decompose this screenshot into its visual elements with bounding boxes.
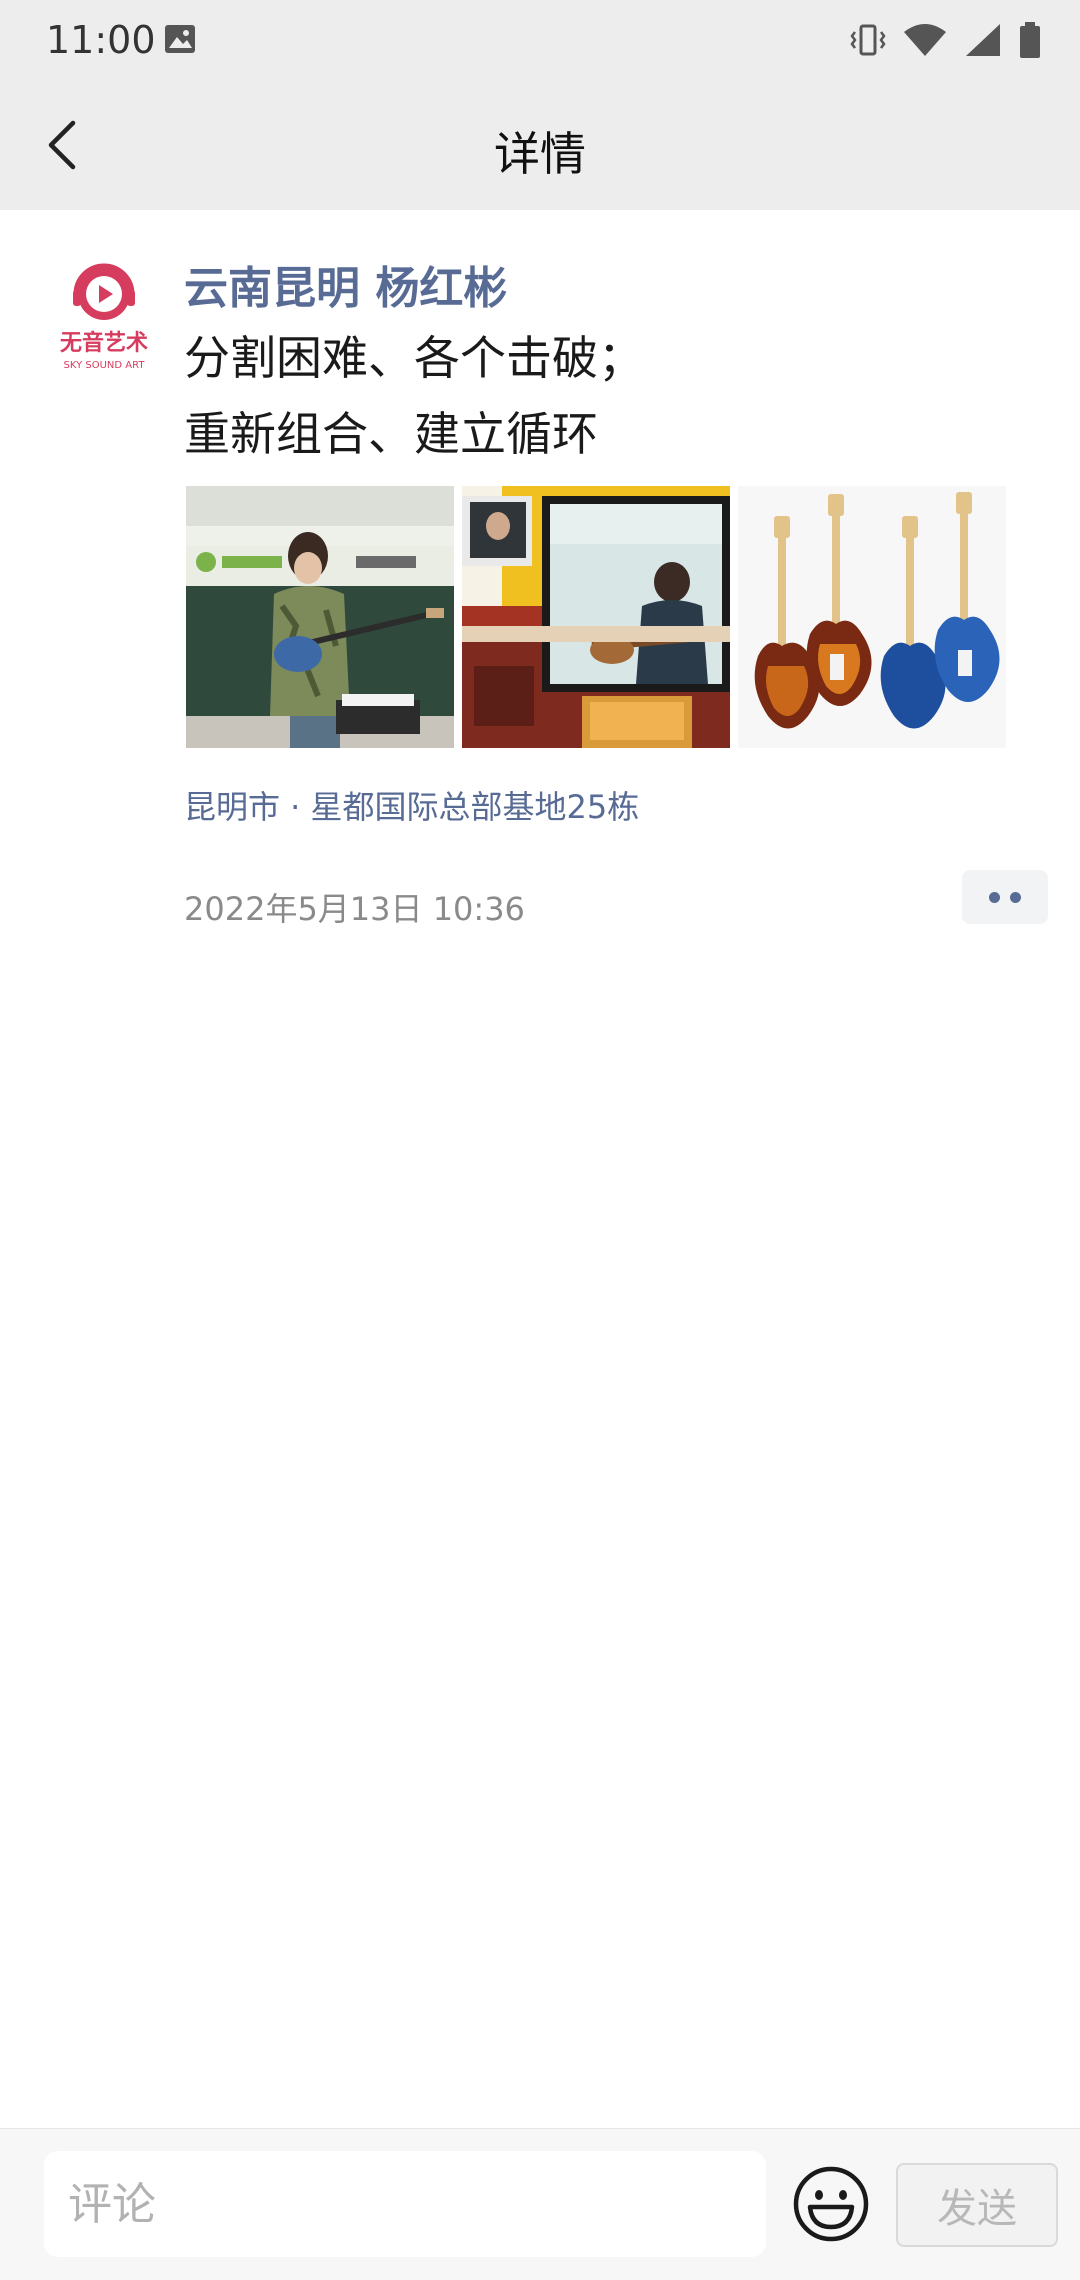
nav-bar: 详情: [0, 80, 1080, 210]
wifi-icon: [904, 24, 946, 56]
post-text-line: 重新组合、建立循环: [184, 407, 598, 461]
dot-icon: [989, 891, 1000, 903]
send-button[interactable]: 发送: [896, 2163, 1058, 2247]
online-class-screen-photo[interactable]: [462, 486, 730, 748]
vibrate-icon: [850, 24, 886, 56]
teacher-playing-guitar-photo[interactable]: [186, 486, 454, 748]
post-text-line: 分割困难、各个击破；: [184, 331, 644, 385]
image-icon: [165, 25, 195, 53]
battery-icon: [1020, 22, 1040, 58]
page-title: 详情: [494, 127, 586, 181]
post-location[interactable]: 昆明市 · 星都国际总部基地25栋: [184, 782, 639, 828]
author-name[interactable]: 云南昆明 杨红彬: [184, 252, 507, 316]
status-icons: [850, 18, 1042, 62]
more-actions-button[interactable]: [962, 870, 1048, 924]
post-timestamp: 2022年5月13日 10:36: [184, 890, 525, 928]
status-bar: 11:00: [0, 0, 1080, 80]
avatar[interactable]: 无音艺术 SKY SOUND ART: [46, 260, 162, 376]
electric-guitars-photo[interactable]: [738, 486, 1006, 748]
dot-icon: [1010, 891, 1021, 903]
comment-input[interactable]: [44, 2151, 766, 2257]
comment-bar: 发送: [0, 2128, 1080, 2280]
logo-subtext: SKY SOUND ART: [64, 360, 146, 371]
photo-grid: [186, 486, 1006, 748]
emoji-icon[interactable]: [792, 2165, 870, 2243]
logo-text: 无音艺术: [60, 330, 148, 356]
cell-signal-icon: [966, 24, 1000, 56]
status-time: 11:00: [46, 18, 156, 62]
